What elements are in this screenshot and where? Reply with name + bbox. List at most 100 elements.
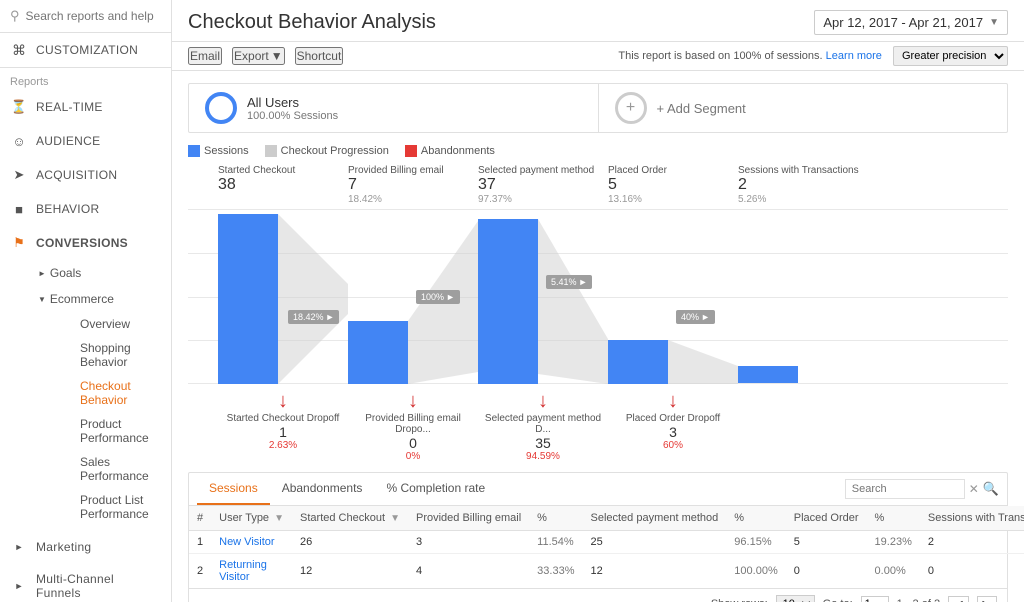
person-icon: ☺	[10, 132, 28, 150]
step-label-1: Started Checkout	[218, 165, 348, 176]
dropoff-pct-2: 0%	[348, 451, 478, 462]
goto-input[interactable]	[861, 596, 889, 602]
chart-legend: Sessions Checkout Progression Abandonmen…	[188, 145, 1008, 157]
search-icon[interactable]: 🔍	[983, 481, 999, 497]
sidebar-item-acquisition[interactable]: ➤ ACQUISITION	[0, 158, 171, 192]
funnel-chart: Started Checkout 38 Provided Billing ema…	[188, 165, 1008, 462]
connector-svg-4	[668, 209, 738, 384]
step-value-4: 5	[608, 176, 738, 194]
step-header-2: Provided Billing email 7 18.42%	[348, 165, 478, 205]
row2-user-type[interactable]: Returning Visitor	[211, 554, 292, 589]
clear-search-icon[interactable]: ✕	[969, 482, 979, 496]
main-content: Checkout Behavior Analysis Apr 12, 2017 …	[172, 0, 1024, 602]
sidebar: ⚲ ⌘ CUSTOMIZATION Reports ⏳ REAL-TIME ☺ …	[0, 0, 172, 602]
tab-abandonments[interactable]: Abandonments	[270, 473, 375, 505]
sidebar-item-product-list-performance[interactable]: Product List Performance	[44, 488, 171, 526]
bar-step-2	[348, 321, 408, 384]
tab-sessions[interactable]: Sessions	[197, 473, 270, 505]
dropoff-label-4: Placed Order Dropoff	[608, 413, 738, 424]
row1-user-type[interactable]: New Visitor	[211, 531, 292, 554]
next-page-button[interactable]: ▶	[977, 596, 997, 602]
step-header-5: Sessions with Transactions 2 5.26%	[738, 165, 868, 205]
step-pct-2: 18.42%	[348, 194, 478, 205]
row2-order: 0	[786, 554, 867, 589]
main-header: Checkout Behavior Analysis Apr 12, 2017 …	[172, 0, 1024, 42]
row1-transactions: 2	[920, 531, 1024, 554]
table-search: ✕ 🔍	[845, 479, 999, 499]
sessions-color-box	[188, 145, 200, 157]
step-label-4: Placed Order	[608, 165, 738, 176]
data-table-section: Sessions Abandonments % Completion rate …	[188, 472, 1008, 602]
sidebar-item-conversions[interactable]: ⚑ CONVERSIONS	[0, 226, 171, 260]
toolbar: Email Export ▼ Shortcut This report is b…	[172, 42, 1024, 71]
conversion-badge-2: 100% ►	[416, 290, 460, 304]
precision-select[interactable]: Greater precision	[893, 46, 1008, 66]
content-area: All Users 100.00% Sessions + + Add Segme…	[172, 71, 1024, 602]
row2-order-pct: 0.00%	[867, 554, 920, 589]
flag-icon: ⚑	[10, 234, 28, 252]
export-label: Export	[234, 49, 269, 63]
abandonments-color-box	[405, 145, 417, 157]
chevron-right-icon: ►	[38, 269, 46, 278]
search-input[interactable]	[26, 9, 161, 23]
sort-icon-started: ▼	[390, 513, 400, 524]
show-rows-select[interactable]: 10	[776, 595, 815, 602]
export-button[interactable]: Export ▼	[232, 47, 285, 65]
table-tabs: Sessions Abandonments % Completion rate …	[189, 473, 1007, 506]
dropoff-pct-1: 2.63%	[218, 440, 348, 451]
sidebar-item-customization[interactable]: ⌘ CUSTOMIZATION	[0, 33, 171, 68]
realtime-label: REAL-TIME	[36, 100, 103, 114]
table-body: 1 New Visitor 26 3 11.54% 25 96.15% 5 19…	[189, 531, 1024, 589]
col-billing: Provided Billing email	[408, 506, 529, 531]
col-user-type[interactable]: User Type ▼	[211, 506, 292, 531]
badge-arrow-2: ►	[446, 292, 455, 302]
tab-completion[interactable]: % Completion rate	[374, 473, 497, 505]
shortcut-button[interactable]: Shortcut	[295, 47, 344, 65]
show-rows-label: Show rows:	[711, 598, 768, 602]
row1-payment-pct: 96.15%	[726, 531, 785, 554]
sidebar-item-shopping-behavior[interactable]: Shopping Behavior	[44, 336, 171, 374]
reports-label: Reports	[10, 76, 49, 88]
sidebar-item-audience[interactable]: ☺ AUDIENCE	[0, 124, 171, 158]
audience-label: AUDIENCE	[36, 134, 100, 148]
sidebar-item-sales-performance[interactable]: Sales Performance	[44, 450, 171, 488]
sidebar-item-checkout-behavior[interactable]: Checkout Behavior	[44, 374, 171, 412]
goals-expandable[interactable]: ► Goals	[28, 260, 171, 286]
dropoff-2: ↓ Provided Billing email Dropo... 0 0%	[348, 390, 478, 462]
progression-label: Checkout Progression	[281, 145, 389, 157]
sidebar-item-behavior[interactable]: ■ BEHAVIOR	[0, 192, 171, 226]
dropoff-arrow-3: ↓	[478, 390, 608, 413]
search-bar[interactable]: ⚲	[0, 0, 171, 33]
multichannel-label: Multi-Channel Funnels	[36, 572, 161, 600]
learn-more-link[interactable]: Learn more	[826, 50, 882, 62]
row2-transactions: 0	[920, 554, 1024, 589]
col-started[interactable]: Started Checkout ▼	[292, 506, 408, 531]
prev-page-button[interactable]: ◀	[948, 596, 968, 602]
sidebar-item-realtime[interactable]: ⏳ REAL-TIME	[0, 90, 171, 124]
behavior-label: BEHAVIOR	[36, 202, 100, 216]
row2-payment-pct: 100.00%	[726, 554, 785, 589]
sidebar-item-overview[interactable]: Overview	[44, 312, 171, 336]
bar-step-3	[478, 219, 538, 384]
step-value-1: 38	[218, 176, 348, 194]
step-value-2: 7	[348, 176, 478, 194]
table-row: 2 Returning Visitor 12 4 33.33% 12 100.0…	[189, 554, 1024, 589]
dropoff-arrow-2: ↓	[348, 390, 478, 413]
segment-circle	[205, 92, 237, 124]
all-users-segment[interactable]: All Users 100.00% Sessions	[189, 84, 598, 132]
sidebar-item-multichannel[interactable]: ► Multi-Channel Funnels	[0, 564, 171, 602]
email-button[interactable]: Email	[188, 47, 222, 65]
table-footer: Show rows: 10 Go to: 1 - 2 of 2 ◀ ▶	[189, 588, 1007, 602]
ecommerce-expandable[interactable]: ▼ Ecommerce	[28, 286, 171, 312]
row1-billing: 3	[408, 531, 529, 554]
sidebar-item-product-performance[interactable]: Product Performance	[44, 412, 171, 450]
add-segment[interactable]: + + Add Segment	[599, 84, 1008, 132]
badge-arrow-4: ►	[701, 312, 710, 322]
date-range-picker[interactable]: Apr 12, 2017 - Apr 21, 2017 ▼	[814, 10, 1008, 35]
table-search-input[interactable]	[845, 479, 965, 499]
sidebar-item-marketing[interactable]: ► Marketing	[0, 530, 171, 564]
dropoff-arrow-4: ↓	[608, 390, 738, 413]
ecommerce-label: Ecommerce	[50, 292, 114, 306]
marketing-label: Marketing	[36, 540, 91, 554]
customization-label: CUSTOMIZATION	[36, 43, 138, 57]
